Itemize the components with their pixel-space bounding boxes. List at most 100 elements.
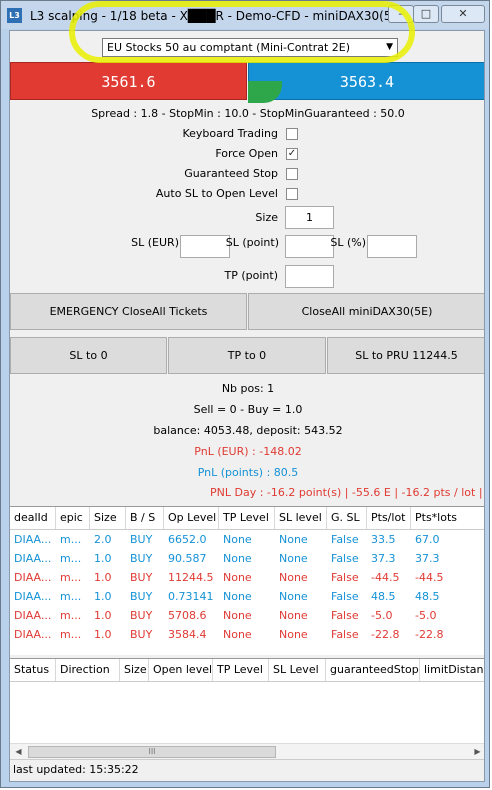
sl-eur-input[interactable]	[180, 235, 230, 258]
maximize-button[interactable]: □	[413, 5, 439, 23]
table-cell: False	[331, 628, 359, 641]
column-header[interactable]: SL level	[275, 507, 327, 529]
table-cell: 90.587	[168, 552, 207, 565]
table-cell: 5708.6	[168, 609, 207, 622]
column-header[interactable]: Pts*lots	[411, 507, 484, 529]
column-header[interactable]: limitDistan	[420, 659, 484, 681]
scroll-left-icon[interactable]: ◀	[10, 744, 27, 760]
tp-point-input[interactable]	[285, 265, 334, 288]
force-open-label: Force Open	[215, 147, 278, 160]
table-cell: None	[279, 571, 308, 584]
column-header[interactable]: Open level	[149, 659, 213, 681]
column-header[interactable]: Direction	[56, 659, 120, 681]
table-cell: 1.0	[94, 552, 112, 565]
table-cell: None	[223, 571, 252, 584]
table-cell: False	[331, 533, 359, 546]
table-cell: 1.0	[94, 590, 112, 603]
table-cell: 37.3	[415, 552, 440, 565]
table-row[interactable]: DIAA... m... 1.0 BUY 11244.5 None None False -44…	[10, 568, 484, 587]
table-cell: DIAA...	[14, 590, 52, 603]
buy-price-button[interactable]: 3563.4	[248, 62, 484, 100]
table-cell: 48.5	[371, 590, 396, 603]
size-input[interactable]: 1	[285, 206, 334, 229]
sl-to-pru-button[interactable]: SL to PRU 11244.5	[327, 337, 484, 374]
table-cell: BUY	[130, 628, 153, 641]
table-cell: False	[331, 609, 359, 622]
table-cell: DIAA...	[14, 628, 52, 641]
column-header[interactable]: Size	[120, 659, 149, 681]
table-cell: DIAA...	[14, 609, 52, 622]
column-header[interactable]: TP Level	[219, 507, 275, 529]
sell-buy-summary: Sell = 0 - Buy = 1.0	[193, 403, 303, 416]
table-cell: BUY	[130, 552, 153, 565]
emergency-close-all-button[interactable]: EMERGENCY CloseAll Tickets	[10, 293, 247, 330]
table-cell: False	[331, 590, 359, 603]
table-cell: 0.73141	[168, 590, 214, 603]
size-label: Size	[255, 211, 278, 224]
column-header[interactable]: B / S	[126, 507, 164, 529]
nb-positions: Nb pos: 1	[221, 382, 275, 395]
column-header[interactable]: guaranteedStop	[326, 659, 420, 681]
pnl-day: PNL Day : -16.2 point(s) | -55.6 E | -16…	[210, 486, 485, 499]
guaranteed-stop-label: Guaranteed Stop	[184, 167, 278, 180]
table-cell: 33.5	[371, 533, 396, 546]
horizontal-scrollbar[interactable]: ◀ III ▶	[10, 743, 484, 760]
sell-price-button[interactable]: 3561.6	[10, 62, 247, 100]
client-area: EU Stocks 50 au comptant (Mini-Contrat 2…	[9, 30, 485, 782]
table-cell: -44.5	[415, 571, 444, 584]
sl-to-zero-button[interactable]: SL to 0	[10, 337, 167, 374]
last-updated: last updated: 15:35:22	[13, 763, 139, 776]
maximize-icon: □	[420, 7, 432, 20]
sl-point-input[interactable]	[285, 235, 334, 258]
app-icon: L3	[7, 8, 22, 23]
sl-point-label: SL (point)	[225, 236, 279, 249]
table-row[interactable]: DIAA... m... 1.0 BUY 3584.4 None None False -22.…	[10, 625, 484, 644]
table-cell: 11244.5	[168, 571, 214, 584]
table-cell: DIAA...	[14, 552, 52, 565]
guaranteed-stop-checkbox[interactable]	[286, 168, 298, 180]
table-row[interactable]: DIAA... m... 1.0 BUY 90.587 None None False 37.3…	[10, 549, 484, 568]
tp-point-label: TP (point)	[224, 269, 279, 282]
table-row[interactable]: DIAA... m... 2.0 BUY 6652.0 None None False 33.5…	[10, 530, 484, 549]
column-header[interactable]: TP Level	[213, 659, 269, 681]
table-cell: m...	[60, 628, 82, 641]
table-cell: 1.0	[94, 609, 112, 622]
table-row[interactable]: DIAA... m... 1.0 BUY 5708.6 None None False -5.0…	[10, 606, 484, 625]
keyboard-trading-checkbox[interactable]	[286, 128, 298, 140]
sl-percent-input[interactable]	[367, 235, 417, 258]
column-header[interactable]: dealId	[10, 507, 56, 529]
column-header[interactable]: G. SL	[327, 507, 367, 529]
column-header[interactable]: SL Level	[269, 659, 326, 681]
scrollbar-thumb[interactable]: III	[28, 746, 276, 758]
table-cell: BUY	[130, 609, 153, 622]
table-cell: False	[331, 571, 359, 584]
close-all-market-button[interactable]: CloseAll miniDAX30(5E)	[248, 293, 484, 330]
tp-to-zero-button[interactable]: TP to 0	[168, 337, 326, 374]
table-cell: 3584.4	[168, 628, 207, 641]
table-cell: BUY	[130, 590, 153, 603]
table-cell: m...	[60, 552, 82, 565]
table-cell: None	[223, 533, 252, 546]
close-button[interactable]: ✕	[441, 5, 485, 23]
orders-table-header: Status Direction Size Open level TP Leve…	[10, 659, 484, 682]
positions-table-header: dealId epic Size B / S Op Level TP Level…	[10, 507, 484, 530]
table-row[interactable]: DIAA... m... 1.0 BUY 0.73141 None None False 48.…	[10, 587, 484, 606]
column-header[interactable]: epic	[56, 507, 90, 529]
table-cell: BUY	[130, 533, 153, 546]
table-cell: None	[223, 552, 252, 565]
table-cell: 2.0	[94, 533, 112, 546]
positions-table: dealId epic Size B / S Op Level TP Level…	[10, 506, 484, 655]
auto-sl-checkbox[interactable]	[286, 188, 298, 200]
scroll-right-icon[interactable]: ▶	[469, 744, 484, 760]
yellow-annotation-ellipse	[69, 1, 415, 63]
column-header[interactable]: Op Level	[164, 507, 219, 529]
column-header[interactable]: Size	[90, 507, 126, 529]
close-icon: ✕	[458, 7, 468, 20]
table-cell: 6652.0	[168, 533, 207, 546]
table-cell: DIAA...	[14, 571, 52, 584]
force-open-checkbox[interactable]: ✓	[286, 148, 298, 160]
table-cell: None	[223, 590, 252, 603]
column-header[interactable]: Pts/lot	[367, 507, 411, 529]
column-header[interactable]: Status	[10, 659, 56, 681]
table-cell: m...	[60, 571, 82, 584]
